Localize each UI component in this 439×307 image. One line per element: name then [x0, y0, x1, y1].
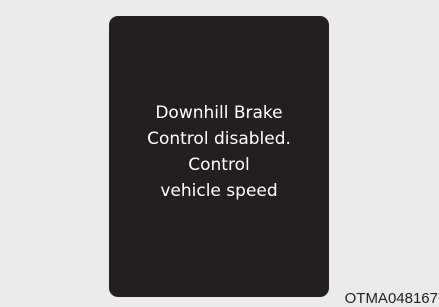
warning-message: Downhill Brake Control disabled. Control… [147, 100, 291, 204]
cluster-display-panel: Downhill Brake Control disabled. Control… [109, 16, 329, 297]
message-line-2: Control disabled. [147, 128, 291, 149]
message-line-4: vehicle speed [160, 180, 278, 201]
message-line-1: Downhill Brake [155, 102, 283, 123]
message-line-3: Control [188, 154, 250, 175]
image-code-label: OTMA048167 [342, 290, 438, 307]
